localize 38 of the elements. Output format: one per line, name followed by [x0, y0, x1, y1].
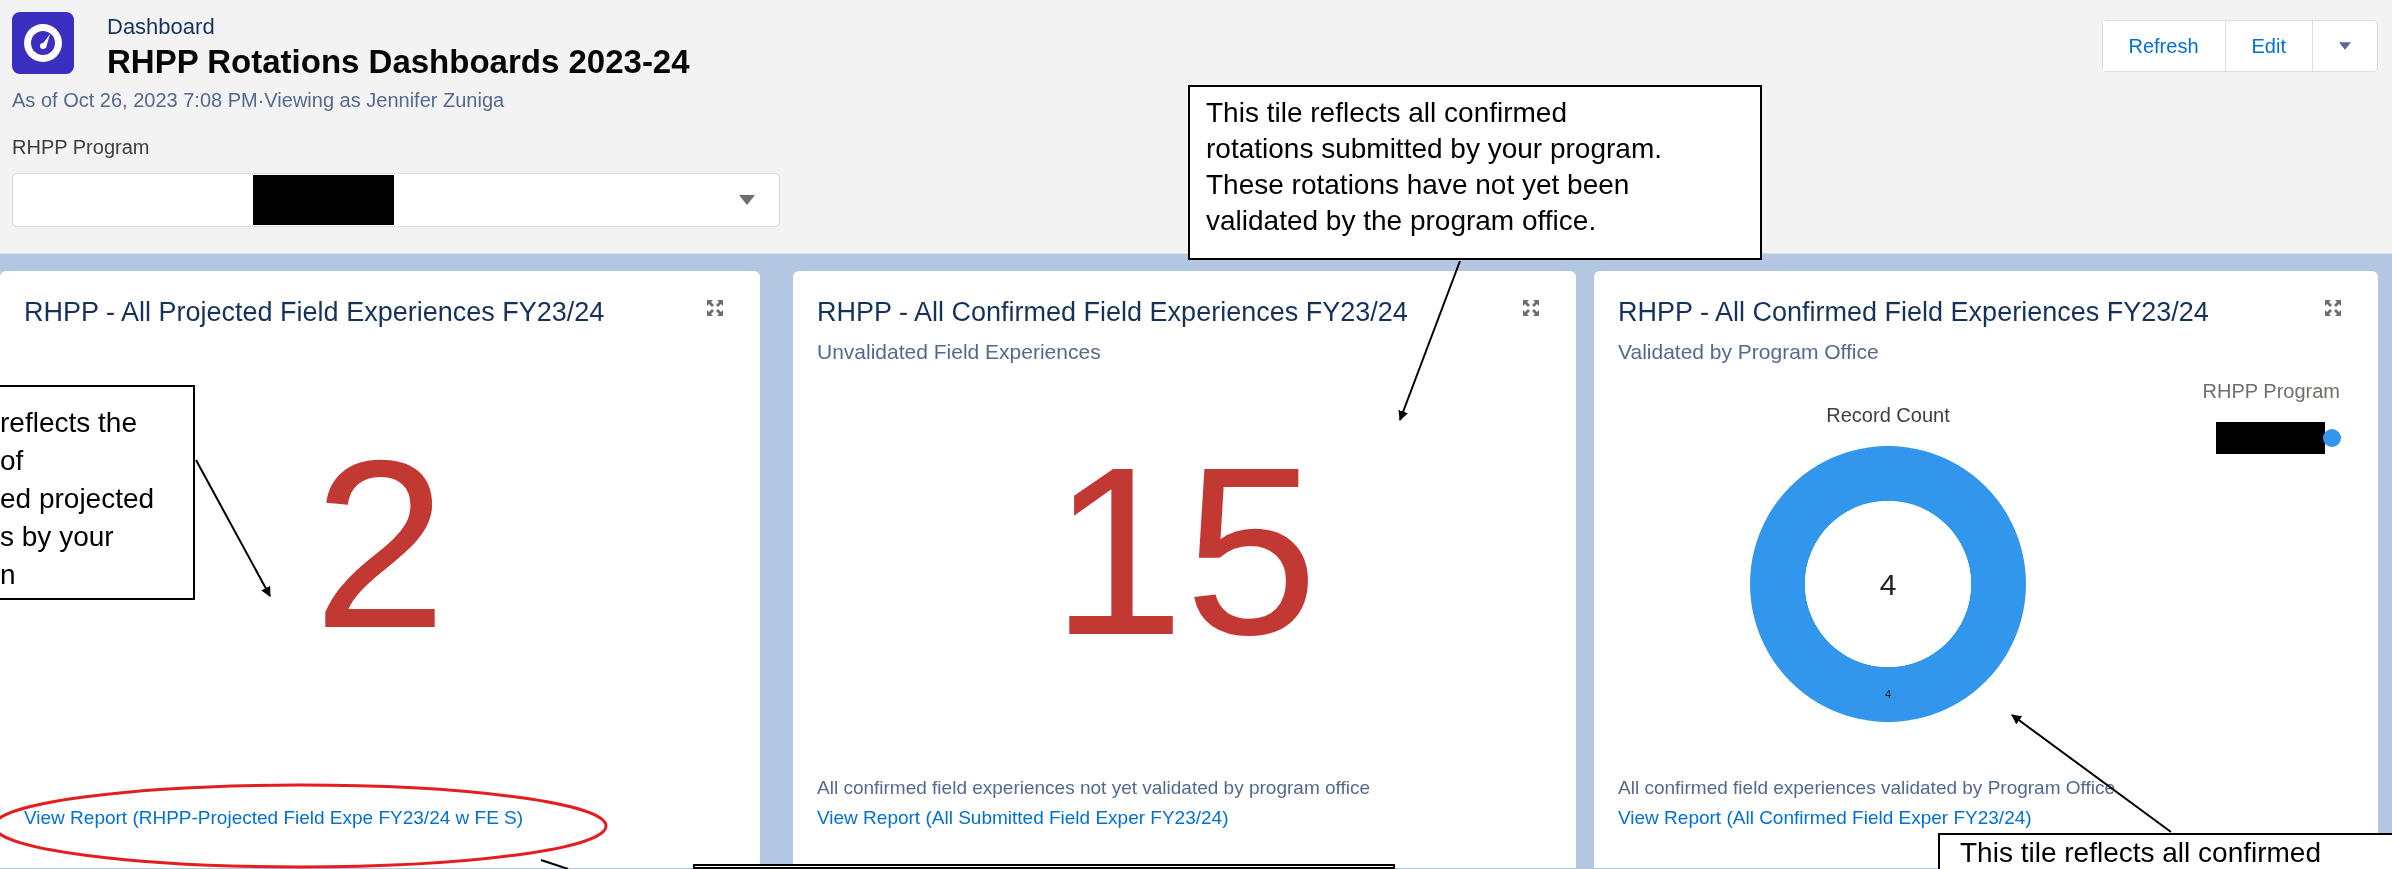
- toolbar-button[interactable]: Refresh: [2102, 21, 2226, 71]
- view-report-link[interactable]: View Report (RHPP-Projected Field Expe FY23/24 w FE S): [24, 807, 524, 829]
- filter-label: RHPP Program: [12, 136, 150, 159]
- object-type-label: Dashboard: [107, 14, 216, 40]
- view-report-link[interactable]: View Report (All Confirmed Field Exper FY23/24): [1618, 807, 2032, 829]
- view-report-link[interactable]: View Report (All Submitted Field Exper FY23/24): [817, 807, 1229, 829]
- tile-title: RHPP - All Confirmed Field Experiences FY23/24: [1618, 297, 2209, 328]
- tile-description: All confirmed field experiences validated by Program Office: [1618, 777, 2117, 799]
- callout-text: This tile reflects all confirmed: [1206, 96, 1568, 130]
- slice-value-label: 4: [1884, 688, 1892, 700]
- tile-title: RHPP - All Confirmed Field Experiences FY23/24: [817, 297, 1408, 328]
- legend-title: RHPP Program: [2202, 380, 2340, 402]
- callout-text: ed projected: [0, 482, 156, 516]
- callout-text: s by your: [0, 520, 115, 554]
- tile-subtitle: Validated by Program Office: [1618, 340, 1879, 364]
- tile-description: All confirmed field experiences not yet validated by program office: [817, 777, 1372, 799]
- callout-text: of: [0, 444, 25, 478]
- callout-text: n: [0, 558, 17, 592]
- chart-title: Record Count: [1826, 404, 1950, 426]
- dashboard-gauge-icon: [12, 12, 74, 74]
- callout-text: These rotations have not yet been: [1206, 168, 1631, 202]
- callout-text: rotations submitted by your program.: [1206, 132, 1663, 166]
- dashboard-title: RHPP Rotations Dashboards 2023-24: [107, 43, 690, 81]
- tile-title: RHPP - All Projected Field Experiences FY23/24: [24, 297, 605, 328]
- callout-text: validated by the program office.: [1206, 204, 1598, 238]
- callout-text: This tile reflects all confirmed: [1960, 837, 2322, 869]
- caret-down-icon: [2339, 41, 2351, 51]
- caret-down-icon: [739, 195, 755, 205]
- donut-total: 4: [1879, 568, 1897, 601]
- metric-value: 2: [313, 423, 447, 664]
- expand-icon[interactable]: [1522, 299, 1540, 317]
- expand-icon[interactable]: [706, 299, 724, 317]
- tile-subtitle: Unvalidated Field Experiences: [817, 340, 1101, 364]
- metric-value: 15: [1051, 430, 1318, 671]
- callout-text: reflects the: [0, 406, 138, 440]
- leader-line: [540, 859, 569, 869]
- expand-icon[interactable]: [2324, 299, 2342, 317]
- filter-dropdown[interactable]: [12, 173, 780, 227]
